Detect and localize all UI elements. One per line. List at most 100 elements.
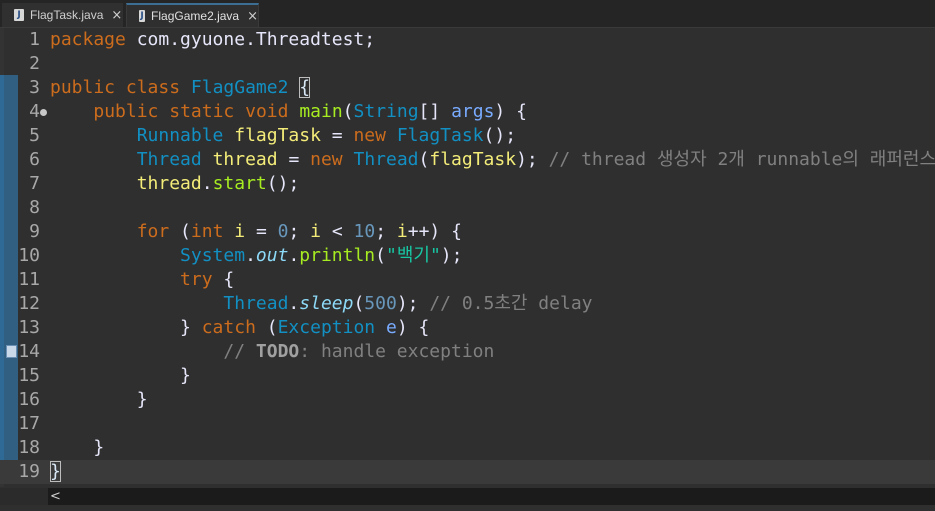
code-line-5[interactable]: 5 Runnable flagTask = new FlagTask(); — [0, 124, 935, 148]
code-token: e — [385, 317, 397, 338]
code-text: } — [50, 436, 104, 460]
code-token: i — [310, 221, 321, 242]
code-token: Thread — [136, 149, 202, 170]
line-number: 17 — [18, 413, 40, 434]
code-line-10[interactable]: 10 System.out.println("백기"); — [0, 244, 935, 268]
code-text: public class FlagGame2 { — [50, 76, 311, 100]
code-text: Thread thread = new Thread(flagTask); //… — [50, 148, 935, 172]
tab-flagtask-java[interactable]: J FlagTask.java × — [2, 3, 123, 27]
code-token: // — [223, 341, 256, 362]
code-token: try — [180, 269, 213, 290]
code-line-14[interactable]: 14 // TODO: handle exception — [0, 340, 935, 364]
fold-toggle-icon[interactable] — [40, 109, 47, 116]
code-token: out — [255, 245, 289, 266]
code-token: i — [396, 221, 408, 242]
code-line-1[interactable]: 1 package com.gyuone.Threadtest; — [0, 28, 935, 52]
code-area[interactable]: 1 package com.gyuone.Threadtest; 2 3 public … — [0, 28, 935, 487]
code-token: [] — [418, 101, 452, 122]
code-token: public — [93, 101, 159, 122]
code-token: = — [277, 149, 311, 170]
task-marker-icon[interactable] — [6, 345, 17, 358]
code-line-19[interactable]: 19} — [0, 460, 935, 484]
scroll-left-arrow-icon[interactable]: < — [50, 488, 61, 505]
code-line-11[interactable]: 11 try { — [0, 268, 935, 292]
code-line-4[interactable]: 4 public static void main(String[] args)… — [0, 100, 935, 124]
close-icon[interactable]: × — [247, 9, 258, 24]
tab-label: FlagTask.java — [30, 8, 104, 22]
code-token: ; — [288, 221, 311, 242]
code-text: Thread.sleep(500); // 0.5초간 delay — [50, 292, 592, 316]
code-token: . — [288, 245, 300, 266]
code-token: 500 — [364, 293, 397, 314]
code-token: sleep — [299, 293, 354, 314]
code-token: } — [50, 461, 61, 482]
editor-tab-bar: J FlagTask.java × J FlagGame2.java × — [0, 0, 935, 28]
code-line-15[interactable]: 15 } — [0, 364, 935, 388]
line-number: 12 — [18, 293, 40, 314]
code-line-16[interactable]: 16 } — [0, 388, 935, 412]
line-number: 8 — [29, 197, 40, 218]
code-line-6[interactable]: 6 Thread thread = new Thread(flagTask); … — [0, 148, 935, 172]
line-number: 3 — [29, 77, 40, 98]
code-token: ) { — [494, 101, 527, 122]
code-text: } — [50, 388, 148, 412]
code-token: ) { — [396, 317, 430, 338]
line-number: 1 — [29, 29, 40, 50]
code-line-2[interactable]: 2 — [0, 52, 935, 76]
close-icon[interactable]: × — [111, 8, 122, 23]
code-token: flagTask — [429, 149, 517, 170]
code-token: } — [50, 365, 191, 386]
code-token: new — [353, 125, 386, 146]
code-token: { — [212, 269, 235, 290]
code-line-13[interactable]: 13 } catch (Exception e) { — [0, 316, 935, 340]
code-token: new — [310, 149, 343, 170]
code-token: ( — [353, 293, 365, 314]
code-token: class — [125, 77, 181, 98]
code-line-12[interactable]: 12 Thread.sleep(500); // 0.5초간 delay — [0, 292, 935, 316]
code-token: = — [245, 221, 278, 242]
horizontal-scrollbar[interactable]: < — [0, 488, 935, 505]
code-line-9[interactable]: 9 for (int i = 0; i < 10; i++) { — [0, 220, 935, 244]
code-token: . — [245, 245, 256, 266]
code-token: ( — [169, 221, 191, 242]
scrollbar-track[interactable] — [48, 488, 935, 505]
code-token: } — [50, 389, 148, 410]
code-line-7[interactable]: 7 thread.start(); — [0, 172, 935, 196]
code-token: . — [288, 293, 300, 314]
code-text: thread.start(); — [50, 172, 300, 196]
code-token: : handle exception — [299, 341, 495, 362]
code-token: i — [234, 221, 246, 242]
line-number: 9 — [29, 221, 40, 242]
code-line-17[interactable]: 17 — [0, 412, 935, 436]
code-line-3[interactable]: 3 public class FlagGame2 { — [0, 76, 935, 100]
code-token: package — [50, 29, 126, 50]
code-token: < — [321, 221, 354, 242]
code-line-18[interactable]: 18 } — [0, 436, 935, 460]
code-token: = — [320, 125, 354, 146]
line-number: 14 — [18, 341, 40, 362]
tab-flaggame2-java[interactable]: J FlagGame2.java × — [126, 3, 259, 27]
code-token: thread — [212, 149, 278, 170]
code-token: FlagGame2 — [190, 77, 289, 98]
code-token: System — [180, 245, 246, 266]
code-token: public — [50, 77, 116, 98]
code-token: TODO — [255, 341, 300, 362]
code-token: . — [201, 173, 213, 194]
tab-label: FlagGame2.java — [151, 9, 240, 23]
code-line-8[interactable]: 8 — [0, 196, 935, 220]
